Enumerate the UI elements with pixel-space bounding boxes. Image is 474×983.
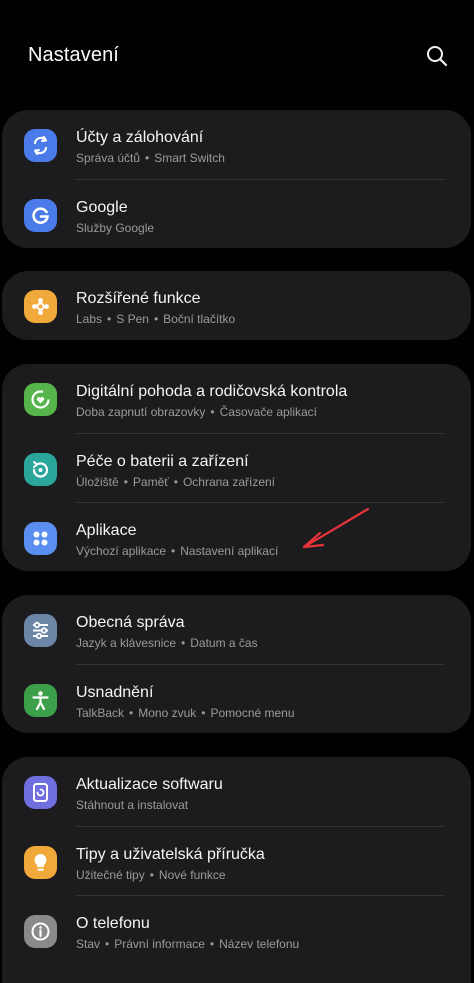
row-about-phone[interactable]: O telefonu Stav • Právní informace • Název t… [2,896,471,966]
row-tips-manual[interactable]: Tipy a uživatelská příručka Užitečné tip… [2,827,471,896]
annotation-arrow [302,507,370,549]
row-label: Obecná správa [76,614,185,631]
row-label: Účty a zálohování [76,129,204,146]
row-subtitle: TalkBack • Mono zvuk • Pomocné menu [76,705,295,720]
lightbulb-icon [24,845,57,879]
device-care-icon [24,452,57,486]
row-subtitle: Jazyk a klávesnice • Datum a čas [76,636,258,650]
row-accessibility[interactable]: Usnadnění TalkBack • Mono zvuk • Pomocné men… [2,665,471,734]
row-subtitle: Výchozí aplikace • Nastavení aplikací [76,544,279,558]
row-accounts-backup[interactable]: Účty a zálohování Správa účtů • Smart Swit… [2,110,471,180]
row-software-update[interactable]: Aktualizace softwaru Stáhnout a instalov… [2,757,471,827]
row-label: Rozšířené funkce [76,290,201,307]
row-label: Aktualizace softwaru [76,776,223,793]
settings-screen: Nastavení Účty a zálohování Správa účtů … [0,0,474,983]
row-label: Aplikace [76,522,137,539]
row-subtitle: Služby Google [76,220,155,235]
row-apps[interactable]: Aplikace Výchozí aplikace • Nastavení apli… [2,503,471,571]
sliders-icon [24,614,57,647]
row-digital-wellbeing[interactable]: Digitální pohoda a rodičovská kontrola D… [2,364,471,434]
row-label: Digitální pohoda a rodičovská kontrola [76,383,348,400]
settings-group-general: Obecná správa Jazyk a klávesnice • Datum a… [2,595,471,733]
row-label: Usnadnění [76,683,154,701]
row-subtitle: Doba zapnutí obrazovky • Časovače aplikací [76,405,318,419]
row-advanced-features[interactable]: Rozšířené funkce Labs • S Pen • Boční tlačít… [2,271,471,340]
settings-group-about: Aktualizace softwaru Stáhnout a instalov… [2,757,471,983]
row-label: Google [76,198,128,216]
wellbeing-icon [24,383,57,416]
row-subtitle: Stáhnout a instalovat [76,798,189,812]
row-general-management[interactable]: Obecná správa Jazyk a klávesnice • Datum a… [2,595,471,665]
info-icon [24,915,57,948]
row-google[interactable]: Google Služby Google [2,180,471,249]
google-icon [24,198,57,232]
row-subtitle: Správa účtů • Smart Switch [76,151,225,165]
row-subtitle: Stav • Právní informace • Název telefonu [76,937,300,951]
page-title: Nastavení [28,44,119,66]
update-icon [24,776,57,809]
accessibility-icon [24,683,57,717]
row-subtitle: Labs • S Pen • Boční tlačítko [76,312,236,326]
settings-group-device: Digitální pohoda a rodičovská kontrola D… [2,364,471,571]
row-label: Tipy a uživatelská příručka [76,845,265,863]
settings-group-accounts: Účty a zálohování Správa účtů • Smart Swit… [2,110,471,248]
row-label: O telefonu [76,915,150,932]
row-subtitle: Užitečné tipy • Nové funkce [76,867,226,882]
row-label: Péče o baterii a zařízení [76,452,249,470]
apps-icon [24,522,57,555]
header: Nastavení [0,0,474,110]
search-icon[interactable] [425,44,449,68]
row-device-care[interactable]: Péče o baterii a zařízení Úložiště • Paměť… [2,434,471,503]
settings-group-advanced: Rozšířené funkce Labs • S Pen • Boční tlačít… [2,271,471,340]
puzzle-icon [24,290,57,323]
row-subtitle: Úložiště • Paměť • Ochrana zařízení [76,474,275,489]
sync-icon [24,129,57,162]
